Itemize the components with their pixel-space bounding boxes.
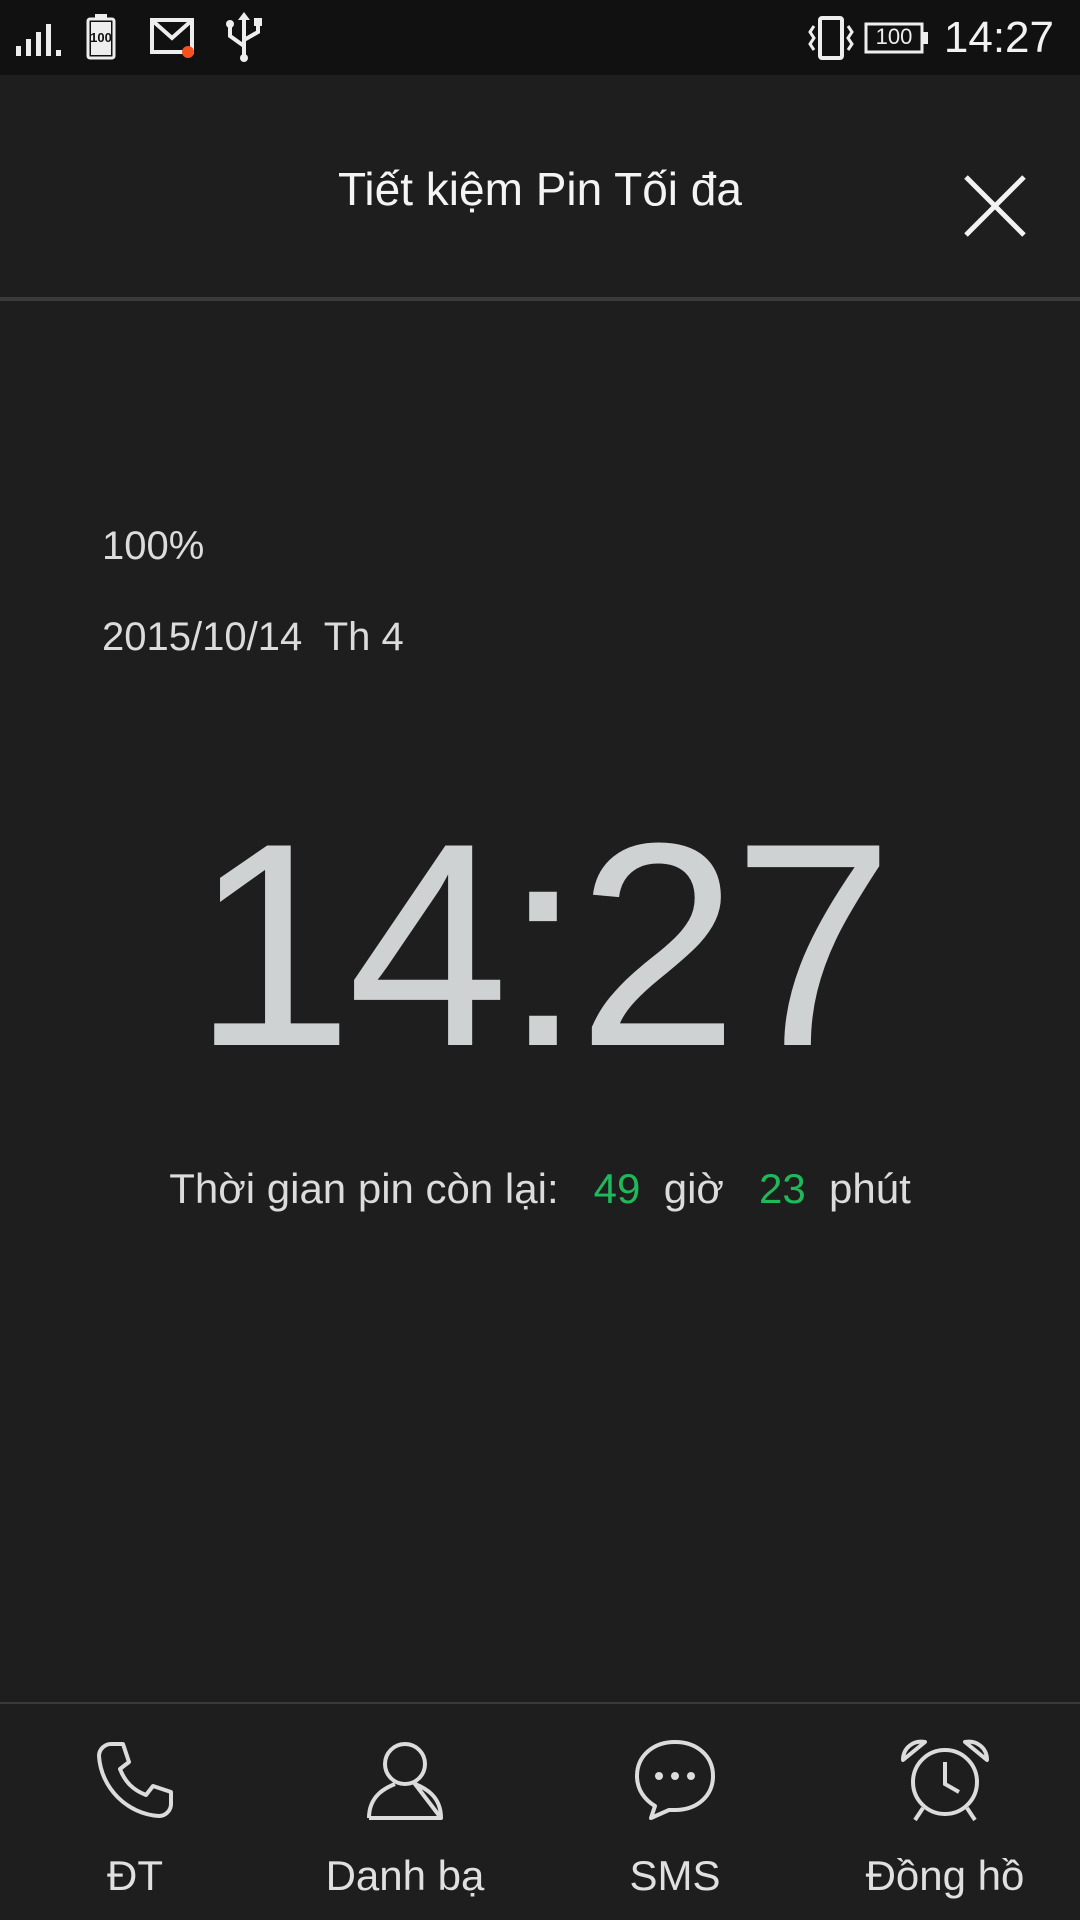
remaining-hours-unit: giờ (663, 1165, 724, 1212)
phone-icon (97, 1742, 173, 1818)
battery-level-label: 100 (875, 24, 913, 49)
vibrate-icon (808, 16, 854, 60)
header-divider (0, 297, 1080, 301)
remaining-hours: 49 (593, 1165, 641, 1212)
nav-label-clock: Đồng hồ (865, 1852, 1025, 1899)
remaining-minutes: 23 (758, 1165, 806, 1212)
header: Tiết kiệm Pin Tối đa (0, 75, 1080, 297)
remaining-label: Thời gian pin còn lại: (169, 1165, 559, 1212)
close-icon[interactable] (960, 171, 1030, 241)
usb-icon (226, 12, 262, 62)
nav-label-phone: ĐT (107, 1852, 163, 1899)
nav-item-clock[interactable]: Đồng hồ (810, 1704, 1080, 1920)
status-bar: 100 100 14:27 (0, 0, 1080, 75)
status-time: 14:27 (943, 13, 1054, 62)
gmail-icon (150, 18, 194, 58)
nav-item-contacts[interactable]: Danh bạ (270, 1704, 540, 1920)
message-icon (635, 1740, 715, 1820)
battery-remaining: Thời gian pin còn lại: 49 giờ 23 phút (0, 1165, 1080, 1213)
nav-label-sms: SMS (629, 1852, 721, 1899)
signal-icon (16, 24, 61, 56)
nav-label-contacts: Danh bạ (325, 1852, 485, 1899)
nav-item-sms[interactable]: SMS (540, 1704, 810, 1920)
contact-icon (367, 1742, 443, 1820)
date-text: 2015/10/14 Th 4 (102, 615, 404, 659)
battery-saver-screen: 100 100 14:27 Tiết kiệm Pin Tối đa 100% … (0, 0, 1080, 1920)
alarm-clock-icon (901, 1739, 989, 1822)
remaining-minutes-unit: phút (829, 1165, 911, 1212)
page-title: Tiết kiệm Pin Tối đa (338, 163, 742, 215)
battery-notification-label: 100 (90, 30, 112, 45)
big-clock: 14:27 (192, 783, 894, 1107)
battery-percent: 100% (102, 524, 205, 568)
nav-item-phone[interactable]: ĐT (0, 1704, 270, 1920)
bottom-nav: ĐT Danh bạ SMS Đồng hồ (0, 1704, 1080, 1920)
